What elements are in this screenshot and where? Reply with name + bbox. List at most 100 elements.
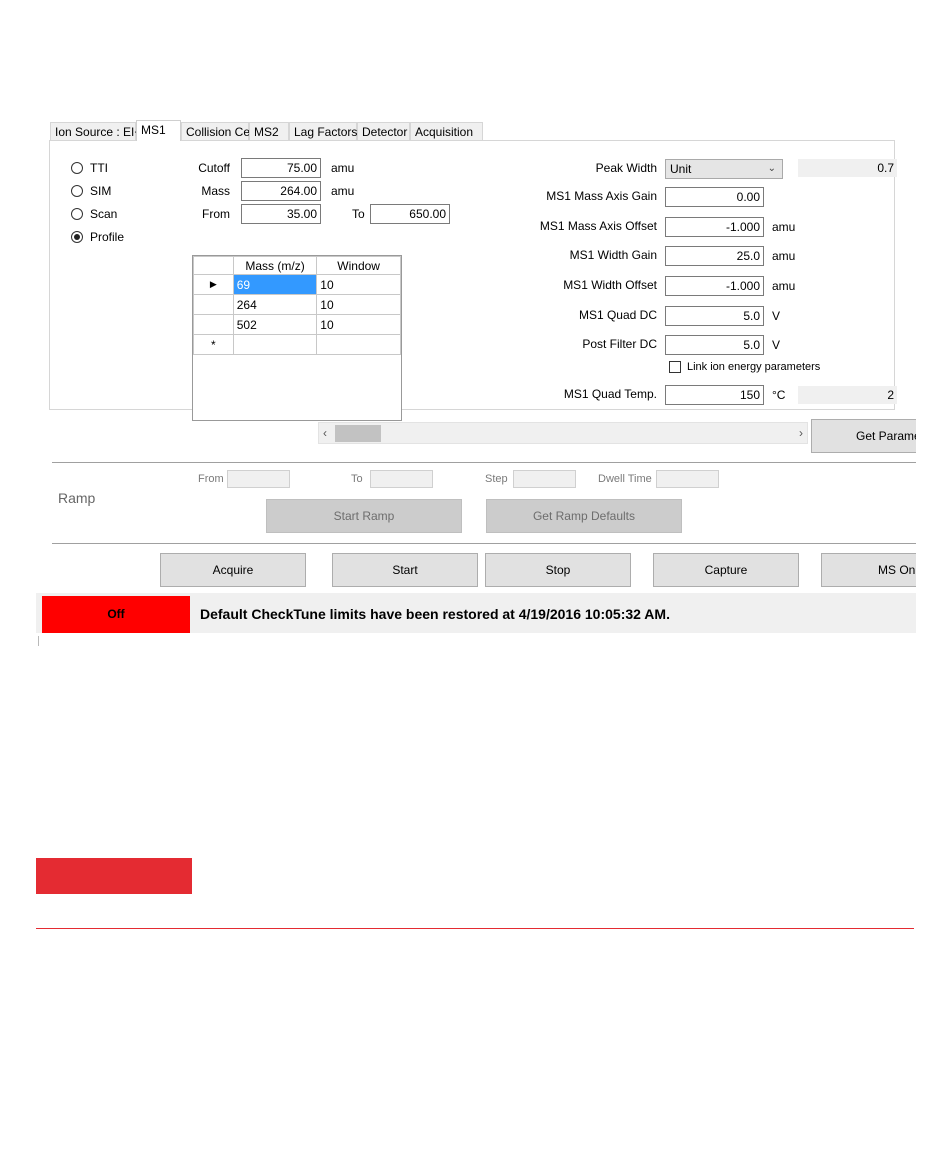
peak-width-label: Peak Width bbox=[595, 161, 657, 175]
column-header-mass[interactable]: Mass (m/z) bbox=[232, 256, 318, 275]
post-filter-input[interactable]: 5.0 bbox=[665, 335, 764, 355]
cell-mass-new[interactable] bbox=[232, 334, 318, 355]
radio-scan-label: Scan bbox=[90, 207, 118, 221]
mass-axis-offset-label: MS1 Mass Axis Offset bbox=[539, 219, 657, 233]
radio-scan[interactable] bbox=[71, 208, 83, 220]
radio-profile-label: Profile bbox=[90, 230, 125, 244]
mass-axis-offset-input[interactable]: -1.000 bbox=[665, 217, 764, 237]
radio-sim[interactable] bbox=[71, 185, 83, 197]
table-row[interactable]: 264 10 bbox=[193, 294, 401, 315]
quad-temp-readout: 2 bbox=[798, 386, 897, 404]
quad-dc-unit: V bbox=[772, 309, 781, 323]
mass-table[interactable]: Mass (m/z) Window ▶ 69 10 264 10 502 10 bbox=[192, 255, 402, 421]
ramp-from-input[interactable] bbox=[227, 470, 290, 488]
mass-axis-gain-label: MS1 Mass Axis Gain bbox=[546, 189, 657, 203]
quad-temp-unit: °C bbox=[772, 388, 786, 402]
ramp-dwell-input[interactable] bbox=[656, 470, 719, 488]
quad-dc-input[interactable]: 5.0 bbox=[665, 306, 764, 326]
row-header-corner bbox=[193, 256, 234, 275]
status-message: Default CheckTune limits have been resto… bbox=[200, 606, 670, 622]
tab-ion-source[interactable]: Ion Source : EI+ bbox=[50, 122, 141, 140]
width-gain-label: MS1 Width Gain bbox=[569, 248, 657, 262]
scroll-thumb[interactable] bbox=[335, 425, 381, 442]
capture-button[interactable]: Capture bbox=[653, 553, 799, 587]
ms1-panel: TTI SIM Scan Profile Cutoff 75.00 amu Ma… bbox=[49, 140, 897, 421]
table-new-row[interactable]: * bbox=[193, 334, 401, 355]
mass-input[interactable]: 264.00 bbox=[241, 181, 321, 201]
chevron-down-icon: ⌄ bbox=[767, 163, 776, 174]
cell-mass[interactable]: 264 bbox=[232, 294, 318, 315]
cell-window[interactable]: 10 bbox=[316, 294, 401, 315]
quad-dc-label: MS1 Quad DC bbox=[578, 308, 657, 322]
width-offset-input[interactable]: -1.000 bbox=[665, 276, 764, 296]
cell-window[interactable]: 10 bbox=[316, 314, 401, 335]
link-ion-checkbox[interactable] bbox=[669, 361, 681, 373]
quad-temp-input[interactable]: 150 bbox=[665, 385, 764, 405]
new-row-icon[interactable]: * bbox=[193, 334, 234, 355]
cutoff-input[interactable]: 75.00 bbox=[241, 158, 321, 178]
tune-window: Ion Source : EI+ MS1 Collision Cell MS2 … bbox=[36, 116, 916, 636]
mass-unit: amu bbox=[331, 184, 355, 198]
tab-acquisition[interactable]: Acquisition bbox=[410, 122, 483, 140]
tab-detector[interactable]: Detector bbox=[357, 122, 410, 140]
horizontal-scrollbar[interactable]: ‹ › bbox=[318, 422, 808, 444]
mass-axis-gain-input[interactable]: 0.00 bbox=[665, 187, 764, 207]
from-label: From bbox=[202, 207, 230, 221]
get-ramp-defaults-button[interactable]: Get Ramp Defaults bbox=[486, 499, 682, 533]
peak-width-readout: 0.7 bbox=[798, 159, 897, 177]
status-bar: Off Default CheckTune limits have been r… bbox=[36, 593, 916, 633]
ramp-to-input[interactable] bbox=[370, 470, 433, 488]
radio-tti[interactable] bbox=[71, 162, 83, 174]
cell-window[interactable]: 10 bbox=[316, 274, 401, 295]
cutoff-unit: amu bbox=[331, 161, 355, 175]
row-header[interactable] bbox=[193, 314, 234, 335]
cutoff-label: Cutoff bbox=[198, 161, 230, 175]
cell-mass[interactable]: 502 bbox=[232, 314, 318, 335]
peak-width-select[interactable]: Unit ⌄ bbox=[665, 159, 783, 179]
width-offset-label: MS1 Width Offset bbox=[563, 278, 657, 292]
radio-profile[interactable] bbox=[71, 231, 83, 243]
to-label: To bbox=[352, 207, 365, 221]
post-filter-label: Post Filter DC bbox=[582, 337, 657, 351]
post-filter-unit: V bbox=[772, 338, 781, 352]
quad-temp-label: MS1 Quad Temp. bbox=[563, 387, 657, 401]
scroll-right-icon[interactable]: › bbox=[799, 423, 803, 443]
accent-rule bbox=[36, 928, 914, 929]
row-header[interactable] bbox=[193, 294, 234, 315]
ramp-dwell-label: Dwell Time bbox=[598, 473, 652, 485]
table-header-row: Mass (m/z) Window bbox=[193, 256, 401, 275]
width-gain-input[interactable]: 25.0 bbox=[665, 246, 764, 266]
tab-lag-factors[interactable]: Lag Factors bbox=[289, 122, 357, 140]
row-selector-icon[interactable]: ▶ bbox=[193, 274, 234, 295]
get-parameters-button[interactable]: Get Paramete bbox=[811, 419, 916, 453]
tab-ms1[interactable]: MS1 bbox=[136, 120, 181, 141]
from-input[interactable]: 35.00 bbox=[241, 204, 321, 224]
start-button[interactable]: Start bbox=[332, 553, 478, 587]
mass-axis-offset-unit: amu bbox=[772, 220, 796, 234]
to-input[interactable]: 650.00 bbox=[370, 204, 450, 224]
link-ion-label: Link ion energy parameters bbox=[687, 361, 821, 373]
ramp-to-label: To bbox=[351, 473, 363, 485]
divider bbox=[52, 462, 916, 463]
table-row[interactable]: ▶ 69 10 bbox=[193, 274, 401, 295]
acquire-button[interactable]: Acquire bbox=[160, 553, 306, 587]
width-offset-unit: amu bbox=[772, 279, 796, 293]
stop-button[interactable]: Stop bbox=[485, 553, 631, 587]
ms-on-button[interactable]: MS On bbox=[821, 553, 916, 587]
table-row[interactable]: 502 10 bbox=[193, 314, 401, 335]
ramp-from-label: From bbox=[198, 473, 224, 485]
tab-ms2[interactable]: MS2 bbox=[249, 122, 289, 140]
ramp-step-input[interactable] bbox=[513, 470, 576, 488]
column-header-window[interactable]: Window bbox=[316, 256, 401, 275]
ramp-step-label: Step bbox=[485, 473, 508, 485]
start-ramp-button[interactable]: Start Ramp bbox=[266, 499, 462, 533]
status-badge: Off bbox=[42, 596, 190, 633]
scroll-left-icon[interactable]: ‹ bbox=[323, 423, 327, 443]
width-gain-unit: amu bbox=[772, 249, 796, 263]
cell-mass[interactable]: 69 bbox=[232, 274, 318, 295]
ramp-title: Ramp bbox=[58, 490, 96, 506]
divider bbox=[52, 543, 916, 544]
mass-label: Mass bbox=[201, 184, 230, 198]
tab-collision-cell[interactable]: Collision Cell bbox=[181, 122, 255, 140]
cell-window-new[interactable] bbox=[316, 334, 401, 355]
